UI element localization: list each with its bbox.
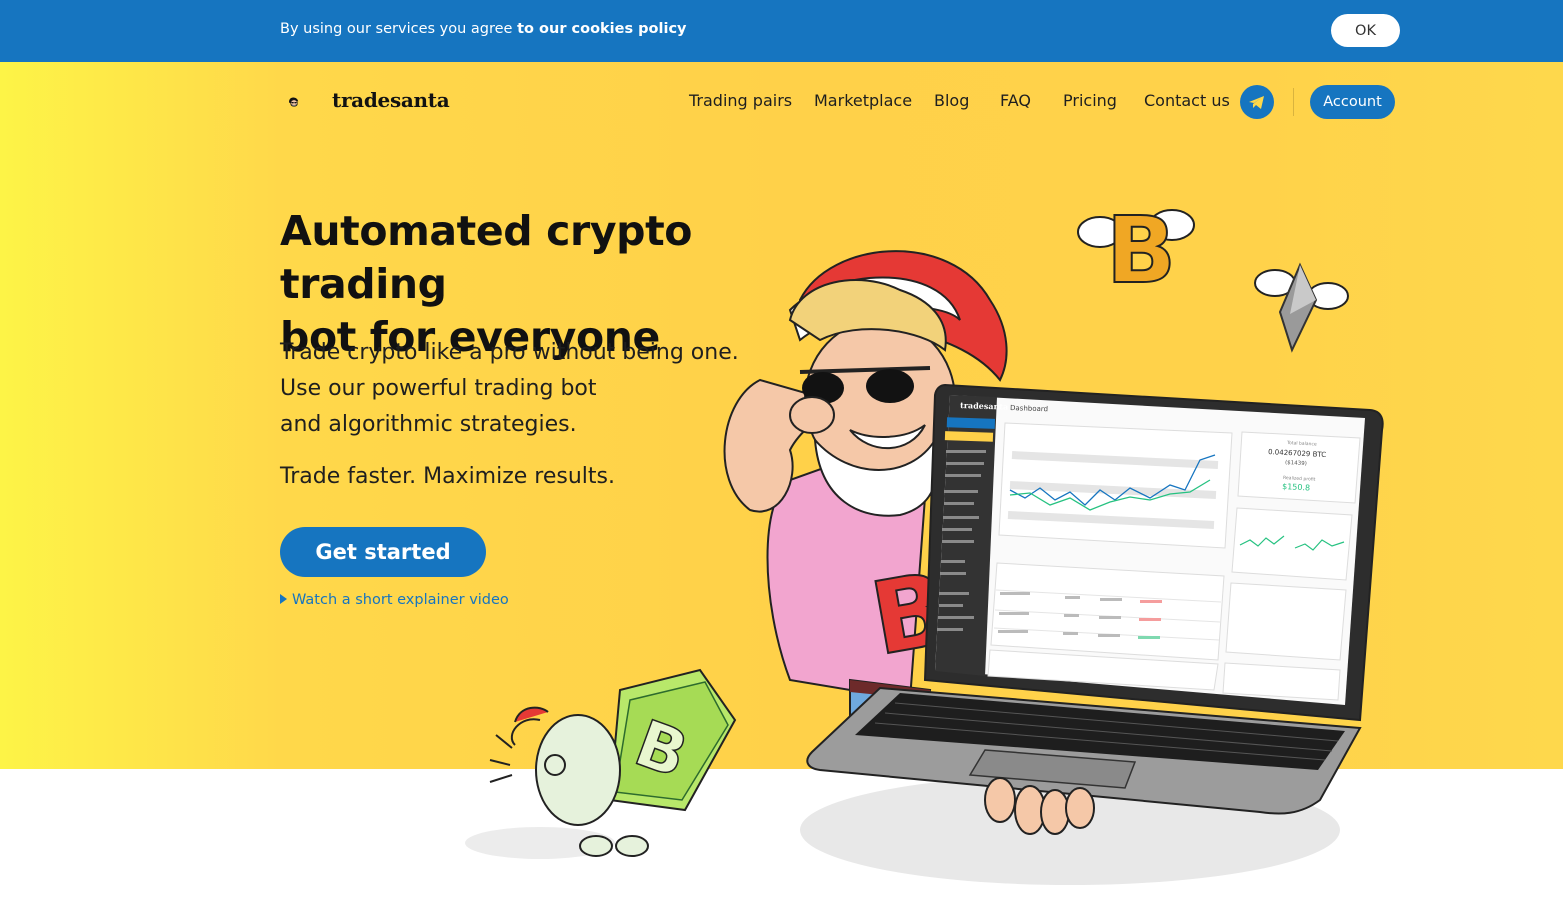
nav-trading-pairs[interactable]: Trading pairs — [689, 91, 792, 110]
cookie-message: By using our services you agree — [280, 21, 518, 37]
svg-text:B: B — [1106, 197, 1176, 304]
header-divider — [1293, 88, 1294, 116]
account-button[interactable]: Account — [1310, 85, 1395, 119]
nav-contact-us[interactable]: Contact us — [1144, 91, 1230, 110]
nav-faq[interactable]: FAQ — [1000, 91, 1031, 110]
nav-marketplace[interactable]: Marketplace — [814, 91, 912, 110]
logo-wordmark[interactable]: tradesanta — [332, 88, 450, 112]
cookie-policy-link[interactable]: to our cookies policy — [517, 21, 686, 37]
nav-pricing[interactable]: Pricing — [1063, 91, 1117, 110]
santa-laptop-illustration: B B tradesanta Dashboard Total balance 0… — [465, 196, 1384, 885]
flying-ethereum-icon — [1254, 262, 1349, 353]
total-balance-usd: ($1439) — [1285, 460, 1307, 467]
realized-profit-value: $150.8 — [1282, 482, 1310, 492]
get-started-button[interactable]: Get started — [280, 527, 486, 577]
cookie-text: By using our services you agree to our c… — [280, 21, 687, 37]
flying-bitcoin-icon: B — [1077, 196, 1195, 305]
cookie-banner: By using our services you agree to our c… — [0, 0, 1563, 62]
play-icon — [280, 594, 287, 604]
dashboard-title: Dashboard — [1010, 404, 1048, 413]
telegram-icon — [1249, 96, 1264, 109]
telegram-button[interactable] — [1240, 85, 1274, 119]
cookie-ok-button[interactable]: OK — [1331, 14, 1400, 47]
dashboard-logo: tradesanta — [960, 400, 1008, 412]
nav-blog[interactable]: Blog — [934, 91, 969, 110]
santa-logo-icon[interactable] — [288, 82, 332, 122]
